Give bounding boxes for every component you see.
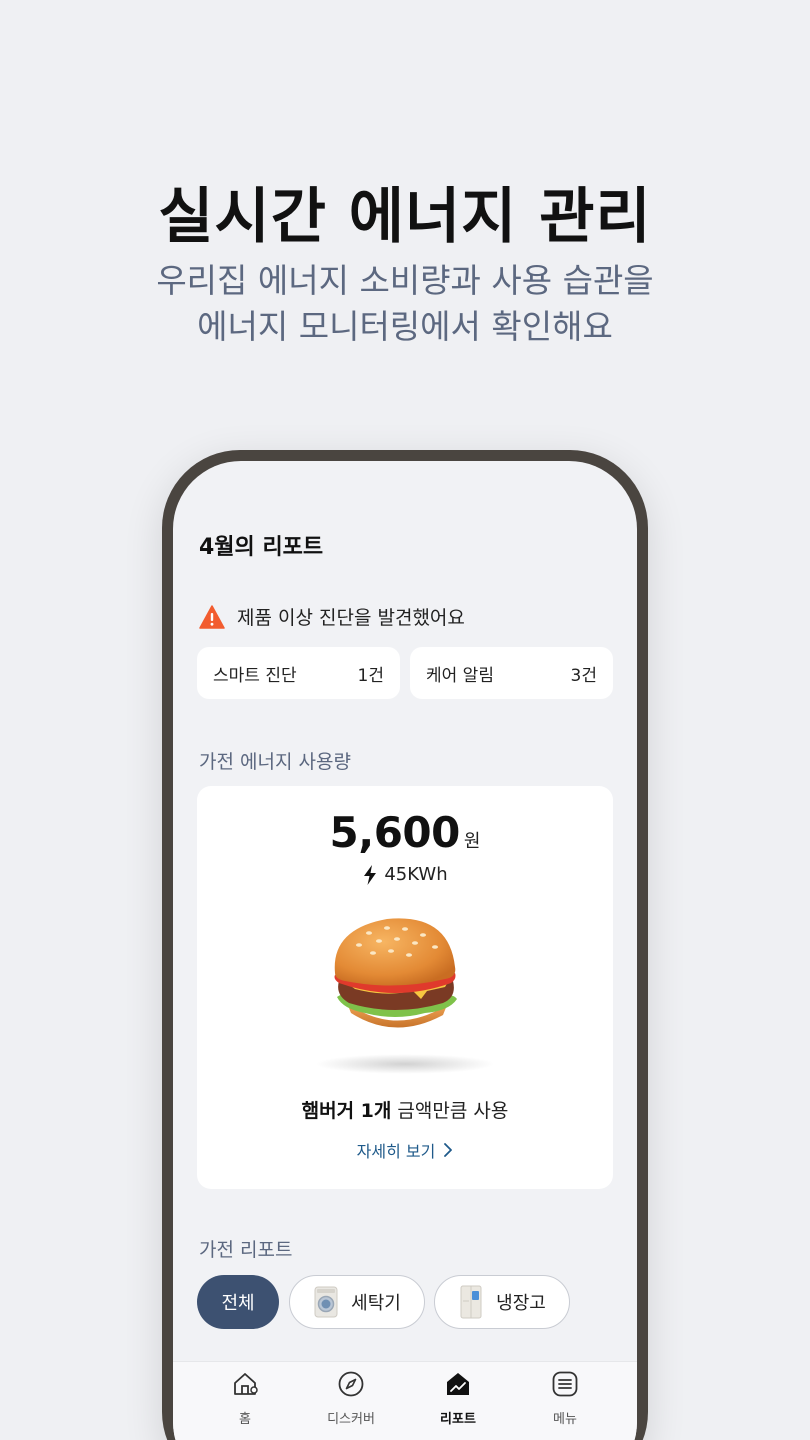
nav-item-discover[interactable]: 디스커버: [311, 1370, 391, 1427]
chip-label: 전체: [221, 1293, 255, 1314]
alert-text: 제품 이상 진단을 발견했어요: [237, 607, 465, 629]
stat-card-care-alert[interactable]: 케어 알림 3건: [410, 647, 613, 699]
energy-section-title: 가전 에너지 사용량: [199, 751, 351, 773]
chip-washer[interactable]: 세탁기: [289, 1275, 425, 1329]
nav-label: 디스커버: [327, 1412, 375, 1427]
amount-value: 5,600: [329, 808, 461, 857]
comparison-text: 햄버거 1개 금액만큼 사용: [197, 1096, 613, 1123]
hero-subtitle-line2: 에너지 모니터링에서 확인해요: [197, 307, 613, 346]
chip-fridge[interactable]: 냉장고: [434, 1275, 570, 1329]
bottom-nav: 홈 디스커버 리포트 메뉴: [173, 1361, 637, 1440]
chip-label: 냉장고: [496, 1293, 546, 1314]
amount-unit: 원: [463, 831, 481, 852]
chip-all[interactable]: 전체: [197, 1275, 279, 1329]
stat-value: 3건: [570, 665, 597, 686]
stat-value: 1건: [357, 665, 384, 686]
stat-card-smart-diagnosis[interactable]: 스마트 진단 1건: [197, 647, 400, 699]
report-title: 4월의 리포트: [199, 535, 324, 560]
kwh-value: 45KWh: [384, 864, 448, 885]
bolt-icon: [364, 864, 377, 885]
nav-item-report[interactable]: 리포트: [418, 1370, 498, 1427]
hero-title: 실시간 에너지 관리: [158, 182, 652, 252]
comparison-rest: 금액만큼 사용: [391, 1100, 509, 1122]
appliance-section-title: 가전 리포트: [199, 1239, 293, 1261]
detail-link-label: 자세히 보기: [356, 1142, 436, 1161]
detail-link[interactable]: 자세히 보기: [197, 1138, 613, 1162]
chip-label: 세탁기: [351, 1293, 401, 1314]
compass-icon: [338, 1371, 364, 1397]
stat-label: 케어 알림: [426, 665, 494, 686]
report-icon: [447, 1373, 469, 1395]
menu-icon: [552, 1371, 578, 1397]
hamburger-illustration: [334, 918, 457, 1028]
stat-label: 스마트 진단: [213, 665, 297, 686]
phone-frame: 4월의 리포트 제품 이상 진단을 발견했어요 스마트 진단 1건 케어 알림 …: [162, 450, 648, 1440]
amount-row: 5,600 원: [197, 808, 613, 857]
nav-item-menu[interactable]: 메뉴: [525, 1370, 605, 1427]
home-icon: [234, 1373, 258, 1395]
hero-subtitle-line1: 우리집 에너지 소비량과 사용 습관을: [156, 261, 654, 300]
illustration-shadow: [315, 1054, 495, 1074]
fridge-icon: [460, 1285, 482, 1319]
nav-label: 리포트: [440, 1412, 476, 1427]
energy-card: 5,600 원 45KWh 햄버거 1개 금액만큼 사용 자세히 보기: [197, 786, 613, 1189]
warning-icon: [199, 604, 225, 629]
comparison-bold: 햄버거 1개: [301, 1100, 392, 1122]
phone-screen: 4월의 리포트 제품 이상 진단을 발견했어요 스마트 진단 1건 케어 알림 …: [173, 461, 637, 1440]
nav-label: 메뉴: [553, 1412, 577, 1427]
nav-item-home[interactable]: 홈: [205, 1370, 285, 1427]
kwh-row: 45KWh: [197, 864, 613, 885]
nav-label: 홈: [239, 1412, 251, 1427]
washer-icon: [314, 1286, 338, 1318]
alert-row[interactable]: 제품 이상 진단을 발견했어요: [199, 603, 465, 630]
chevron-right-icon: [444, 1143, 453, 1157]
